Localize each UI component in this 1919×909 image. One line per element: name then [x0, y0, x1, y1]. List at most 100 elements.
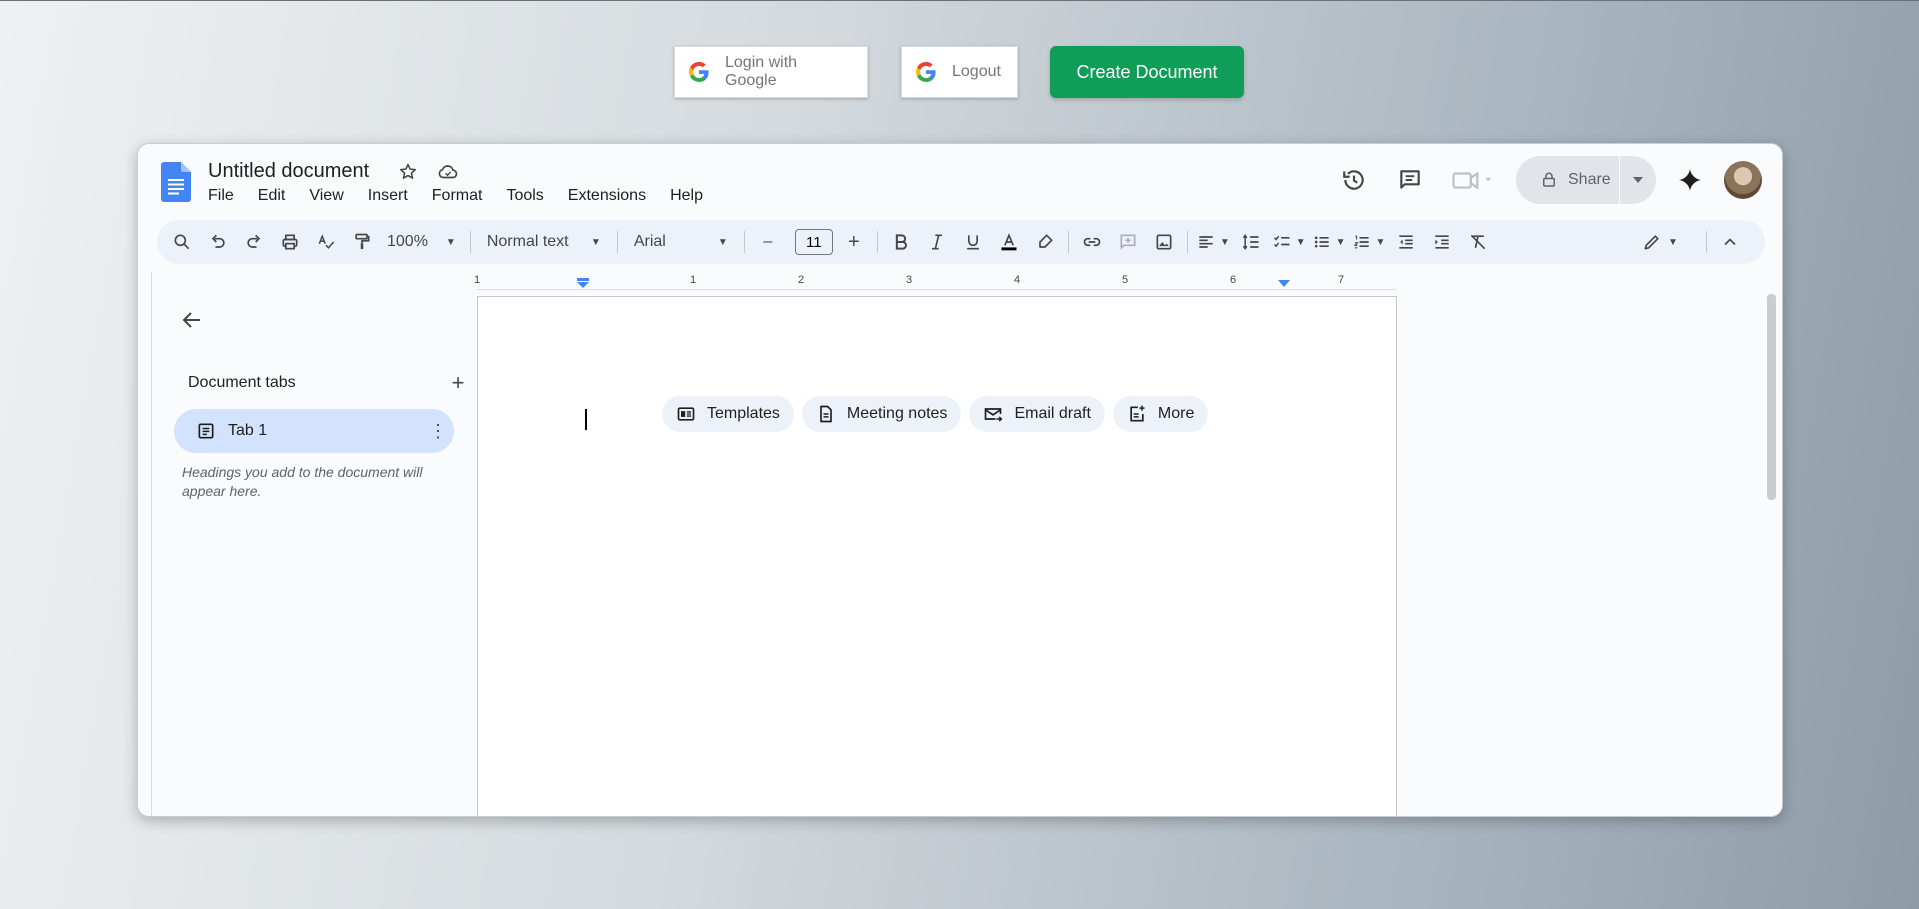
- add-tab-button[interactable]: +: [446, 370, 470, 395]
- left-indent-marker-icon[interactable]: [577, 278, 589, 288]
- add-comment-icon[interactable]: [1113, 226, 1143, 258]
- document-tabs-title: Document tabs: [188, 374, 296, 391]
- headings-hint: Headings you add to the document will ap…: [182, 464, 423, 499]
- clear-formatting-icon[interactable]: [1463, 226, 1493, 258]
- tab-options-icon[interactable]: ⋮: [422, 421, 454, 442]
- font-value: Arial: [633, 233, 666, 250]
- docs-logo-icon[interactable]: [161, 162, 191, 202]
- highlight-color-icon[interactable]: [1030, 226, 1060, 258]
- increase-font-size-button[interactable]: +: [839, 226, 869, 258]
- paragraph-style-select[interactable]: Normal text ▼: [479, 226, 609, 258]
- chevron-down-icon: ▼: [590, 236, 601, 248]
- vertical-ruler: [138, 272, 152, 816]
- menu-insert[interactable]: Insert: [368, 187, 418, 205]
- templates-chip[interactable]: Templates: [662, 396, 794, 432]
- search-icon[interactable]: [167, 226, 197, 258]
- version-history-icon[interactable]: [1326, 156, 1382, 204]
- ruler-number: 1: [690, 274, 697, 286]
- meet-camera-icon[interactable]: [1438, 156, 1508, 204]
- redo-icon[interactable]: [239, 226, 269, 258]
- star-icon[interactable]: [396, 160, 420, 184]
- back-arrow-icon[interactable]: [180, 308, 204, 332]
- ruler-number: 1: [474, 274, 481, 286]
- create-document-button[interactable]: Create Document: [1050, 46, 1244, 98]
- menu-edit[interactable]: Edit: [258, 187, 296, 205]
- menu-help[interactable]: Help: [670, 187, 713, 205]
- building-block-chips: Templates Meeting notes Email draft More: [662, 396, 1209, 432]
- text-cursor: [585, 409, 587, 430]
- checklist-icon[interactable]: ▼: [1272, 226, 1306, 258]
- italic-icon[interactable]: [922, 226, 952, 258]
- document-page[interactable]: Templates Meeting notes Email draft More: [477, 296, 1397, 816]
- document-icon: [820, 405, 832, 423]
- ruler-number: 7: [1338, 274, 1345, 286]
- cloud-saved-icon[interactable]: [436, 160, 460, 184]
- bold-icon[interactable]: [886, 226, 916, 258]
- top-actions: Login with Google Logout Create Document: [0, 46, 1919, 98]
- share-label: Share: [1568, 171, 1611, 188]
- chip-label: Meeting notes: [846, 405, 948, 422]
- menu-extensions[interactable]: Extensions: [568, 187, 656, 205]
- undo-icon[interactable]: [203, 226, 233, 258]
- menu-tools[interactable]: Tools: [506, 187, 553, 205]
- spellcheck-icon[interactable]: [311, 226, 341, 258]
- zoom-value: 100%: [387, 233, 428, 250]
- menubar: File Edit View Insert Format Tools Exten…: [208, 187, 713, 205]
- templates-icon: [677, 407, 695, 421]
- comments-icon[interactable]: [1382, 156, 1438, 204]
- chip-label: Templates: [707, 405, 780, 422]
- editing-mode-icon[interactable]: ▼: [1634, 226, 1686, 258]
- chevron-down-icon: ▼: [717, 236, 728, 248]
- tab-document-icon: [198, 423, 214, 439]
- chip-label: Email draft: [1014, 405, 1091, 422]
- chip-label: More: [1157, 405, 1195, 422]
- bulleted-list-icon[interactable]: ▼: [1312, 226, 1346, 258]
- right-indent-marker-icon[interactable]: [1278, 278, 1290, 288]
- text-color-icon[interactable]: [994, 226, 1024, 258]
- font-size-input[interactable]: 11: [794, 229, 833, 255]
- menu-format[interactable]: Format: [432, 187, 493, 205]
- insert-image-icon[interactable]: [1149, 226, 1179, 258]
- numbered-list-icon[interactable]: ▼: [1352, 226, 1385, 258]
- decrease-indent-icon[interactable]: [1391, 226, 1421, 258]
- paint-format-icon[interactable]: [347, 226, 377, 258]
- font-select[interactable]: Arial ▼: [626, 226, 736, 258]
- meeting-notes-chip[interactable]: Meeting notes: [801, 396, 962, 432]
- top-border: [0, 0, 1919, 1]
- collapse-menus-icon[interactable]: [1715, 226, 1745, 258]
- ruler-number: 2: [798, 274, 805, 286]
- logout-label: Logout: [952, 63, 1001, 80]
- formatting-toolbar: 100% ▼ Normal text ▼ Arial ▼ – 11 + ▼ ▼ ▼ ▼…: [157, 220, 1765, 264]
- share-button[interactable]: Share: [1516, 156, 1656, 204]
- more-doc-icon: [1130, 405, 1145, 422]
- account-avatar[interactable]: [1724, 161, 1762, 199]
- decrease-font-size-button[interactable]: –: [753, 226, 783, 258]
- lock-icon: [1543, 172, 1555, 187]
- menu-view[interactable]: View: [309, 187, 353, 205]
- gemini-sparkle-icon[interactable]: [1668, 156, 1712, 204]
- logout-button[interactable]: Logout: [901, 46, 1018, 98]
- vertical-scrollbar[interactable]: [1767, 294, 1776, 500]
- share-dropdown-icon[interactable]: [1620, 156, 1656, 204]
- document-title[interactable]: Untitled document: [208, 160, 369, 183]
- underline-icon[interactable]: [958, 226, 988, 258]
- tab-label: Tab 1: [228, 422, 268, 439]
- increase-indent-icon[interactable]: [1427, 226, 1457, 258]
- insert-link-icon[interactable]: [1077, 226, 1107, 258]
- document-tabs-header: Document tabs +: [188, 370, 470, 395]
- line-spacing-icon[interactable]: [1236, 226, 1266, 258]
- chevron-down-icon: ▼: [445, 236, 456, 248]
- email-draft-chip[interactable]: Email draft: [969, 396, 1105, 432]
- align-left-icon[interactable]: ▼: [1196, 226, 1230, 258]
- google-logo-icon: [687, 60, 711, 84]
- tab-item-tab-1[interactable]: Tab 1 ⋮: [174, 409, 454, 453]
- zoom-select[interactable]: 100% ▼: [383, 226, 460, 258]
- google-logo-icon: [914, 60, 938, 84]
- more-chip[interactable]: More: [1112, 396, 1209, 432]
- print-icon[interactable]: [275, 226, 305, 258]
- horizontal-ruler: 1 1 2 3 4 5 6 7: [474, 272, 1397, 290]
- ruler-number: 6: [1230, 274, 1237, 286]
- ruler-number: 4: [1014, 274, 1021, 286]
- menu-file[interactable]: File: [208, 187, 244, 205]
- login-with-google-button[interactable]: Login with Google: [674, 46, 868, 98]
